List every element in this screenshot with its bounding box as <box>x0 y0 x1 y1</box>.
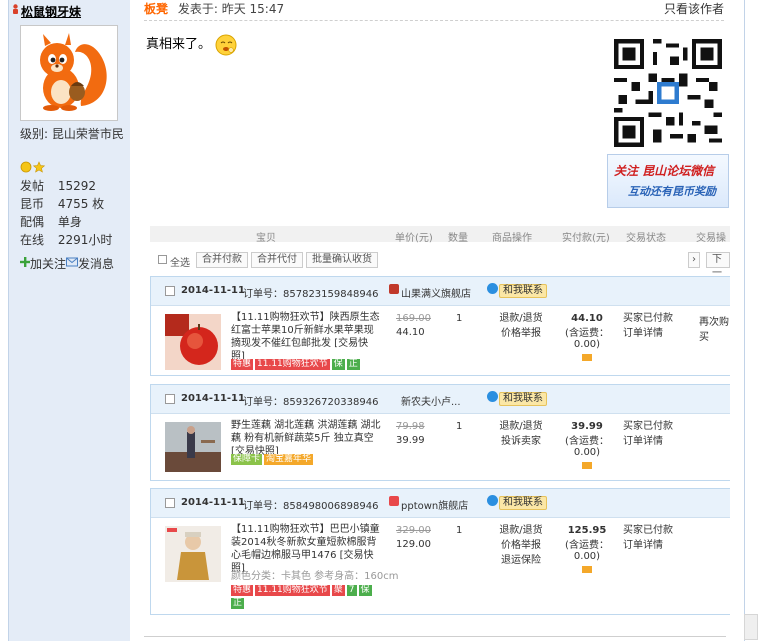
select-all-checkbox[interactable] <box>158 255 167 264</box>
refund-link[interactable]: 退款/退货 <box>491 419 551 434</box>
shop-icon <box>389 284 399 294</box>
sun-rank-icon <box>20 161 32 173</box>
quantity: 1 <box>456 313 463 324</box>
price-report-link[interactable]: 价格举报 <box>491 538 551 553</box>
user-actions: 加关注 发消息 <box>20 255 114 272</box>
wangwang-icon <box>487 495 498 506</box>
item-operations: 退款/退货 价格举报 <box>491 311 551 341</box>
wangwang-icon <box>487 283 498 294</box>
post-header: 板凳 发表于: 昨天 15:47 只看该作者 <box>144 0 724 21</box>
add-follow-link[interactable]: 加关注 <box>30 257 66 271</box>
product-thumbnail[interactable] <box>165 314 221 370</box>
payment-card-icon <box>582 354 592 361</box>
order-checkbox[interactable] <box>165 394 175 404</box>
floor-label: 板凳 <box>144 2 169 16</box>
item-operations: 退款/退货 投诉卖家 <box>491 419 551 449</box>
wechat-qr-code <box>614 39 722 147</box>
order-card: 2014-11-11 订单号：858498006898946 pptown旗舰店… <box>150 488 730 615</box>
promo-tags: 保障卡 淘宝嘉年华 <box>231 454 314 465</box>
return-insurance-link[interactable]: 退运保险 <box>491 553 551 568</box>
sku-info: 颜色分类：卡其色 参考身高：160cm <box>231 571 399 582</box>
payment-card-icon <box>582 462 592 469</box>
only-author-link[interactable]: 只看该作者 <box>664 0 724 18</box>
refund-link[interactable]: 退款/退货 <box>491 523 551 538</box>
online-status-icon <box>13 4 18 14</box>
complain-seller-link[interactable]: 投诉卖家 <box>491 434 551 449</box>
batch-confirm-button[interactable]: 批量确认收货 <box>306 252 378 268</box>
unit-price: 44.10 <box>396 327 425 338</box>
taobao-order-screenshot: 宝贝 单价(元) 数量 商品操作 实付款(元) 交易状态 交易操 全选 合并付款… <box>150 224 730 616</box>
order-card: 2014-11-11 订单号：859326720338946 新农夫小卢... … <box>150 384 730 481</box>
smirk-emoji-icon <box>215 34 237 55</box>
refund-link[interactable]: 退款/退货 <box>491 311 551 326</box>
total-paid: 44.10 (含运费：0.00) <box>557 313 617 364</box>
total-paid: 39.99 (含运费：0.00) <box>557 421 617 472</box>
star-rank-icon <box>32 161 46 173</box>
stat-posts: 发帖 15292 <box>20 179 97 193</box>
buy-again-link[interactable]: 再次购买 <box>699 313 730 343</box>
merge-proxy-button[interactable]: 合并代付 <box>251 252 303 268</box>
author-name-link[interactable]: 松鼠钢牙妹 <box>21 3 81 20</box>
send-message-link[interactable]: 发消息 <box>78 257 114 271</box>
order-detail-link[interactable]: 订单详情 <box>623 326 673 341</box>
order-detail-link[interactable]: 订单详情 <box>623 538 673 553</box>
author-sidebar: 松鼠钢牙妹 级别: 昆山荣誉市民 发帖 15292 昆币 4755 枚 配偶 单… <box>8 0 131 641</box>
squirrel-avatar-icon <box>40 33 107 111</box>
shop-link[interactable]: 山果满义旗舰店 <box>401 285 471 300</box>
prev-page-button[interactable]: › <box>688 252 700 268</box>
original-price: 79.98 <box>396 421 425 432</box>
order-header: 2014-11-11 订单号：859326720338946 新农夫小卢... … <box>151 385 730 414</box>
next-page-button[interactable]: 下一 <box>706 252 730 279</box>
stat-spouse: 配偶 单身 <box>20 215 82 229</box>
trade-status: 买家已付款 订单详情 <box>623 313 673 341</box>
post-divider <box>144 636 726 637</box>
wechat-follow-banner[interactable]: 关注 昆山论坛微信 互动还有昆币奖励 <box>607 154 729 208</box>
trade-status: 买家已付款 订单详情 <box>623 525 673 553</box>
item-operations: 退款/退货 价格举报 退运保险 <box>491 523 551 568</box>
trade-status: 买家已付款 订单详情 <box>623 421 673 449</box>
shop-link[interactable]: pptown旗舰店 <box>401 497 468 512</box>
promo-tags: 特惠 11.11购物狂欢节聚 7 保正 <box>231 585 372 609</box>
plus-icon <box>20 257 30 267</box>
rank-stars <box>20 161 46 176</box>
contact-seller-button[interactable]: 和我联系 <box>499 392 547 406</box>
price-report-link[interactable]: 价格举报 <box>491 326 551 341</box>
select-all-label: 全选 <box>170 258 190 269</box>
original-price: 329.00 <box>396 525 431 536</box>
order-checkbox[interactable] <box>165 498 175 508</box>
order-toolbar: 全选 合并付款 合并代付 批量确认收货 › 下一 <box>150 249 730 279</box>
post-message: 真相来了。 <box>146 33 237 56</box>
order-detail-link[interactable]: 订单详情 <box>623 434 673 449</box>
order-column-header: 宝贝 单价(元) 数量 商品操作 实付款(元) 交易状态 交易操 <box>150 226 730 244</box>
avatar[interactable] <box>20 25 118 121</box>
shop-link[interactable]: 新农夫小卢... <box>401 393 461 408</box>
payment-card-icon <box>582 566 592 573</box>
unit-price: 39.99 <box>396 435 425 446</box>
order-header: 2014-11-11 订单号：857823159848946 山果满义旗舰店 和… <box>151 277 730 306</box>
quantity: 1 <box>456 525 463 536</box>
total-paid: 125.95 (含运费：0.00) <box>557 525 617 576</box>
promo-tags: 特惠 11.11购物狂欢节保正 <box>231 359 360 370</box>
unit-price: 129.00 <box>396 539 431 550</box>
user-level: 级别: 昆山荣誉市民 <box>20 127 124 141</box>
contact-seller-button[interactable]: 和我联系 <box>499 496 547 510</box>
merge-pay-button[interactable]: 合并付款 <box>196 252 248 268</box>
message-icon <box>66 257 79 267</box>
quantity: 1 <box>456 421 463 432</box>
product-thumbnail[interactable] <box>165 526 221 582</box>
shop-icon <box>389 496 399 506</box>
order-card: 2014-11-11 订单号：857823159848946 山果满义旗舰店 和… <box>150 276 730 376</box>
post-time: 发表于: 昨天 15:47 <box>177 2 285 16</box>
order-checkbox[interactable] <box>165 286 175 296</box>
wangwang-icon <box>487 391 498 402</box>
original-price: 169.00 <box>396 313 431 324</box>
stat-online: 在线 2291小时 <box>20 233 113 247</box>
stat-coins: 昆币 4755 枚 <box>20 197 105 211</box>
product-thumbnail[interactable] <box>165 422 221 472</box>
product-title-link[interactable]: 【11.11购物狂欢节】陕西原生态红富士苹果10斤新鲜水果苹果现摘现发不催红包邮… <box>231 311 381 363</box>
order-header: 2014-11-11 订单号：858498006898946 pptown旗舰店… <box>151 489 730 518</box>
post-content-area: 板凳 发表于: 昨天 15:47 只看该作者 真相来了。 关注 昆山论坛微信 互… <box>130 0 745 641</box>
scroll-handle[interactable] <box>744 614 758 640</box>
contact-seller-button[interactable]: 和我联系 <box>499 284 547 298</box>
